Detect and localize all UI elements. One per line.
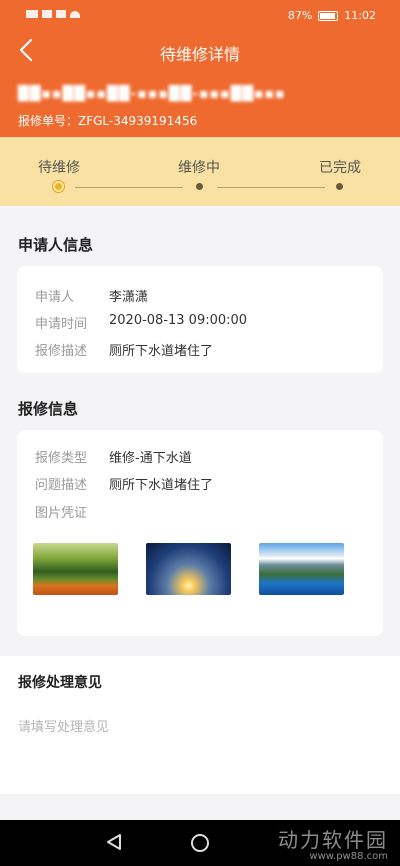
field-label: 申请时间 <box>35 317 88 332</box>
info-row: 申请人 李潇潇 <box>35 286 148 305</box>
field-value: 维修-通下水道 <box>109 451 192 466</box>
info-row: 图片凭证 <box>35 502 109 521</box>
step-dot-pending <box>53 181 64 192</box>
field-label: 申请人 <box>35 290 75 305</box>
signal-icon-2 <box>56 10 66 18</box>
step-label-pending: 待维修 <box>38 160 80 176</box>
address-text: ██▪▪██▪▪██-▪▪▪██-▪▪▪██▪▪▪ <box>18 86 286 102</box>
step-connector <box>217 187 325 188</box>
opinion-input[interactable]: 请填写处理意见 <box>18 716 109 735</box>
sunset-photo[interactable] <box>146 543 231 595</box>
sim-icon <box>26 10 38 18</box>
field-label: 问题描述 <box>35 478 88 493</box>
status-bar: 87% 11:02 <box>0 0 400 30</box>
signal-icons <box>26 10 80 18</box>
nav-home-icon[interactable] <box>191 834 209 852</box>
clock: 11:02 <box>344 9 376 22</box>
repair-card: 报修类型 维修-通下水道 问题描述 厕所下水道堵住了 图片凭证 <box>17 430 383 636</box>
applicant-section-title: 申请人信息 <box>18 236 94 254</box>
step-dot-in-progress <box>196 183 203 190</box>
opinion-section: 报修处理意见 请填写处理意见 <box>0 656 400 794</box>
info-row: 报修描述 厕所下水道堵住了 <box>35 340 213 359</box>
battery-percent: 87% <box>287 9 313 22</box>
signal-icon <box>42 10 52 18</box>
field-label: 图片凭证 <box>35 506 88 521</box>
step-connector <box>75 187 183 188</box>
watermark: 动力软件园 www.pw88.com <box>278 824 388 862</box>
wifi-icon <box>70 11 80 18</box>
progress-steps: 待维修 维修中 已完成 <box>0 137 400 206</box>
header: 87% 11:02 待维修详情 ██▪▪██▪▪██-▪▪▪██-▪▪▪██▪▪… <box>0 0 400 137</box>
applicant-card: 申请人 李潇潇 申请时间 2020-08-13 09:00:00 报修描述 厕所… <box>17 266 383 373</box>
battery-icon <box>318 10 339 21</box>
field-value: 厕所下水道堵住了 <box>109 478 214 493</box>
forest-photo[interactable] <box>33 543 118 595</box>
info-row: 申请时间 2020-08-13 09:00:00 <box>35 313 247 332</box>
info-row: 报修类型 维修-通下水道 <box>35 447 192 466</box>
step-label-in-progress: 维修中 <box>178 160 220 176</box>
field-label: 报修类型 <box>35 451 88 466</box>
watermark-name: 动力软件园 <box>278 828 388 852</box>
navigation-bar: 动力软件园 www.pw88.com <box>0 820 400 866</box>
field-value: 2020-08-13 09:00:00 <box>109 313 248 328</box>
field-value: 李潇潇 <box>109 290 149 305</box>
info-row: 问题描述 厕所下水道堵住了 <box>35 474 213 493</box>
field-label: 报修描述 <box>35 344 88 359</box>
nav-back-icon[interactable] <box>106 833 122 851</box>
step-dot-done <box>336 183 343 190</box>
repair-section-title: 报修信息 <box>18 400 79 418</box>
mountain-lake-photo[interactable] <box>259 543 344 595</box>
page-title: 待维修详情 <box>159 45 240 64</box>
field-value: 厕所下水道堵住了 <box>109 344 214 359</box>
opinion-section-title: 报修处理意见 <box>18 675 102 691</box>
step-label-done: 已完成 <box>319 160 361 176</box>
order-number: 报修单号：ZFGL-34939191456 <box>18 114 198 128</box>
